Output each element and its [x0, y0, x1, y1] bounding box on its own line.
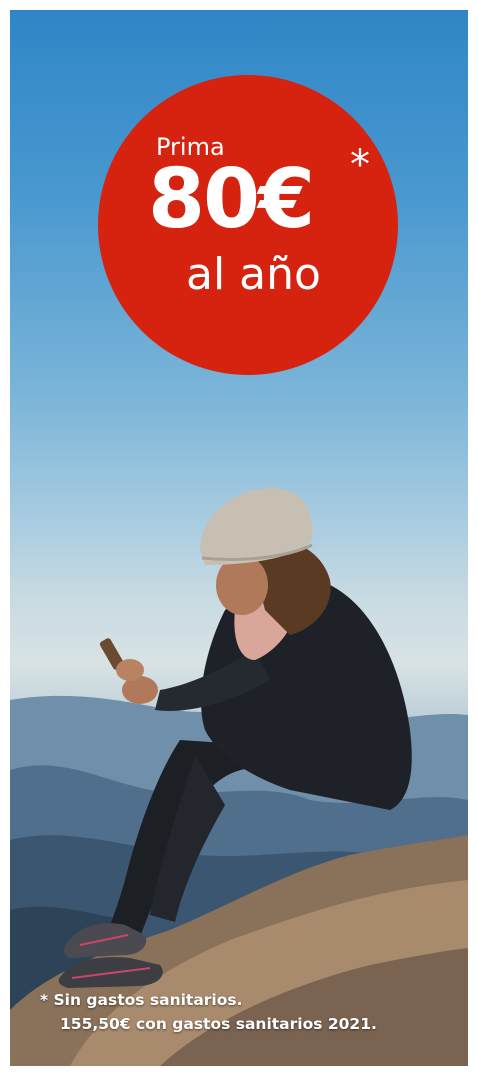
footnote-mark: *: [40, 991, 49, 1009]
price-amount: 80€: [148, 152, 315, 247]
ad-banner: Prima 80€ * al año * Sin gastos sanitari…: [10, 10, 468, 1066]
footnote-line-1: Sin gastos sanitarios.: [53, 991, 243, 1009]
footnote: * Sin gastos sanitarios. 155,50€ con gas…: [40, 988, 377, 1036]
price-period: al año: [186, 249, 321, 300]
price-badge: Prima 80€ * al año: [98, 75, 398, 375]
footnote-line-2: 155,50€ con gastos sanitarios 2021.: [60, 1015, 377, 1033]
price-asterisk: *: [350, 142, 370, 188]
